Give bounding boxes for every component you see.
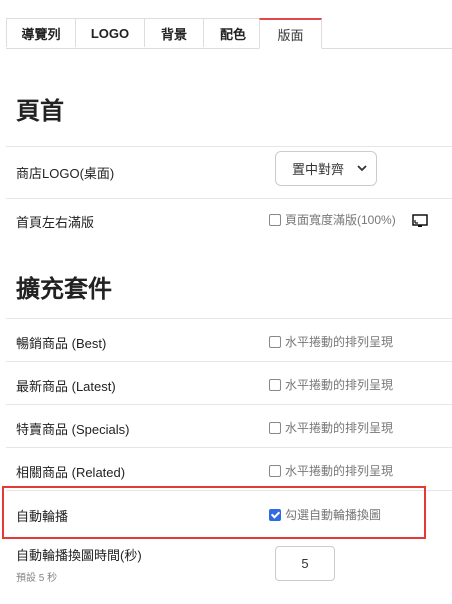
tab-navbar[interactable]: 導覽列 — [6, 18, 76, 47]
best-scroll-option[interactable]: 水平捲動的排列呈現 — [269, 333, 393, 350]
best-scroll-checkbox[interactable] — [269, 335, 281, 348]
section-title-header: 頁首 — [16, 98, 64, 125]
full-width-checkbox[interactable] — [269, 213, 281, 226]
chevron-down-icon — [357, 165, 367, 172]
specials-scroll-label: 水平捲動的排列呈現 — [285, 421, 394, 435]
tab-background[interactable]: 背景 — [144, 18, 204, 47]
tab-colors[interactable]: 配色 — [203, 18, 263, 47]
logo-align-value: 置中對齊 — [292, 162, 345, 177]
autoplay-interval-hint: 預設 5 秒 — [16, 573, 58, 584]
logo-align-select[interactable]: 置中對齊 — [275, 151, 377, 186]
related-label: 相關商品 (Related) — [16, 465, 126, 480]
specials-scroll-option[interactable]: 水平捲動的排列呈現 — [269, 419, 393, 436]
latest-scroll-option[interactable]: 水平捲動的排列呈現 — [269, 376, 393, 393]
best-scroll-label: 水平捲動的排列呈現 — [285, 335, 394, 349]
latest-scroll-label: 水平捲動的排列呈現 — [285, 378, 394, 392]
row-autoplay-interval: 自動輪播換圖時間(秒) 預設 5 秒 — [6, 540, 452, 604]
full-width-label: 首頁左右滿版 — [16, 215, 95, 230]
full-width-option[interactable]: 頁面寬度滿版(100%) — [269, 211, 396, 228]
latest-scroll-checkbox[interactable] — [269, 378, 281, 391]
related-scroll-checkbox[interactable] — [269, 464, 281, 477]
latest-label: 最新商品 (Latest) — [16, 379, 116, 394]
related-scroll-option[interactable]: 水平捲動的排列呈現 — [269, 462, 393, 479]
specials-label: 特賣商品 (Specials) — [16, 422, 130, 437]
row-store-logo: 商店LOGO(桌面) — [6, 146, 452, 191]
related-scroll-label: 水平捲動的排列呈現 — [285, 464, 394, 478]
section-title-extensions: 擴充套件 — [16, 276, 112, 303]
highlight-box — [2, 486, 426, 539]
tab-logo[interactable]: LOGO — [75, 18, 145, 47]
full-width-checkbox-label: 頁面寬度滿版(100%) — [285, 213, 396, 227]
autoplay-interval-input[interactable]: 5 — [275, 546, 335, 581]
autoplay-interval-label: 自動輪播換圖時間(秒) — [16, 548, 142, 563]
store-logo-label: 商店LOGO(桌面) — [16, 166, 115, 181]
specials-scroll-checkbox[interactable] — [269, 421, 281, 434]
tab-layout[interactable]: 版面 — [259, 18, 322, 49]
fullscreen-icon — [412, 214, 428, 227]
tab-bar: 導覽列 LOGO 背景 配色 版面 — [6, 18, 452, 49]
autoplay-interval-value: 5 — [301, 556, 309, 571]
best-label: 暢銷商品 (Best) — [16, 336, 107, 351]
